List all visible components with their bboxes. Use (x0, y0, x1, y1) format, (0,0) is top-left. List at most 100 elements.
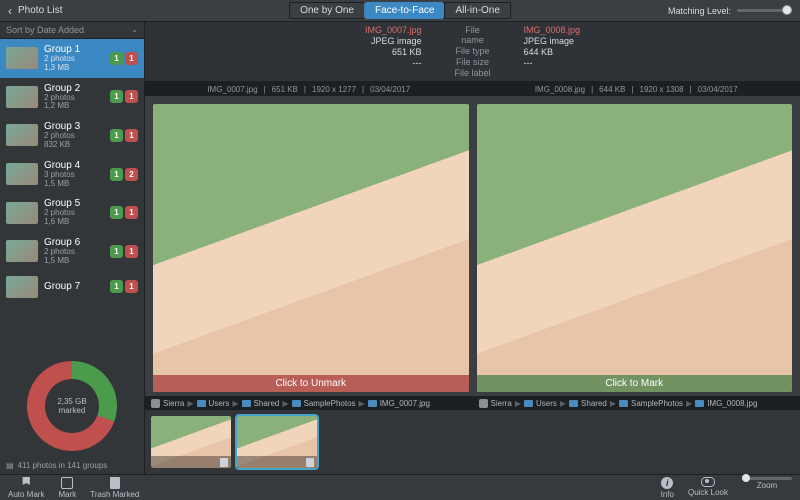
mark-button-toolbar[interactable]: Mark (58, 477, 76, 499)
sidebar: Sort by Date Added ⌄ Group 1 2 photos 1,… (0, 22, 145, 474)
group-size: 1,2 MB (44, 102, 104, 111)
sort-label: Sort by Date Added (6, 25, 84, 35)
folder-icon (619, 400, 628, 407)
sidebar-group-item[interactable]: Group 2 2 photos 1,2 MB 1 1 (0, 78, 144, 117)
crumb-segment[interactable]: Shared (581, 399, 607, 408)
group-size: 1,5 MB (44, 257, 104, 266)
flag-icon (20, 477, 32, 489)
trash-icon[interactable] (306, 458, 314, 467)
mark-button[interactable]: Click to Mark (477, 375, 793, 392)
meta-label-label: File label (454, 68, 492, 78)
photo-stack-icon: ▤ (6, 461, 14, 470)
keep-count-badge: 1 (110, 90, 123, 103)
sep-right-name: IMG_0008.jpg (535, 85, 585, 94)
mark-count-badge: 1 (125, 280, 138, 293)
matching-level-slider[interactable] (737, 9, 792, 12)
group-title: Group 2 (44, 83, 104, 94)
breadcrumbs: Sierra▶Users▶Shared▶SamplePhotos▶IMG_000… (145, 396, 800, 410)
meta-label-type: File type (454, 46, 492, 56)
sidebar-group-item[interactable]: Group 7 1 1 (0, 271, 144, 303)
group-thumbnail (6, 124, 38, 146)
left-filetype: JPEG image (161, 36, 422, 46)
right-filesize: 644 KB (524, 47, 785, 57)
folder-icon (368, 400, 377, 407)
sep-left-dims: 1920 x 1277 (312, 85, 356, 94)
sidebar-group-item[interactable]: Group 4 3 photos 1,5 MB 1 2 (0, 155, 144, 194)
trash-marked-button[interactable]: Trash Marked (90, 477, 139, 499)
checkbox-icon (61, 477, 73, 489)
filmstrip-thumb[interactable] (237, 416, 317, 468)
zoom-slider[interactable] (742, 477, 792, 480)
chevron-down-icon: ⌄ (131, 25, 138, 35)
eye-icon (701, 477, 715, 487)
breadcrumb-right[interactable]: Sierra▶Users▶Shared▶SamplePhotos▶IMG_000… (473, 396, 800, 410)
right-filetype: JPEG image (524, 36, 785, 46)
meta-label-size: File size (454, 57, 492, 67)
sidebar-group-item[interactable]: Group 6 2 photos 1,5 MB 1 1 (0, 232, 144, 271)
crumb-segment[interactable]: Users (209, 399, 230, 408)
info-icon: i (661, 477, 673, 489)
stats-text: 411 photos in 141 groups (18, 461, 108, 470)
view-segmented-control: One by One Face-to-Face All-in-One (289, 2, 511, 19)
crumb-segment[interactable]: Sierra (163, 399, 184, 408)
crumb-segment[interactable]: Users (536, 399, 557, 408)
sep-right-size: 644 KB (599, 85, 625, 94)
folder-icon (197, 400, 206, 407)
mark-count-badge: 1 (125, 52, 138, 65)
group-thumbnail (6, 163, 38, 185)
group-thumbnail (6, 276, 38, 298)
keep-count-badge: 1 (110, 52, 123, 65)
folder-icon (292, 400, 301, 407)
folder-icon (242, 400, 251, 407)
back-label[interactable]: Photo List (18, 5, 62, 16)
info-button[interactable]: iInfo (661, 477, 674, 499)
filmstrip-thumb[interactable] (151, 416, 231, 468)
keep-count-badge: 1 (110, 245, 123, 258)
crumb-segment[interactable]: Sierra (491, 399, 512, 408)
group-thumbnail (6, 86, 38, 108)
view-one-by-one[interactable]: One by One (289, 2, 364, 19)
right-filename: IMG_0008.jpg (524, 25, 785, 35)
crumb-segment[interactable]: IMG_0007.jpg (380, 399, 430, 408)
sep-right-dims: 1920 x 1308 (640, 85, 684, 94)
sep-left-date: 03/04/2017 (370, 85, 410, 94)
drive-icon (479, 399, 488, 408)
back-chevron-icon[interactable]: ‹ (8, 4, 12, 18)
sidebar-group-item[interactable]: Group 1 2 photos 1,3 MB 1 1 (0, 39, 144, 78)
crumb-segment[interactable]: SamplePhotos (631, 399, 683, 408)
sort-dropdown[interactable]: Sort by Date Added ⌄ (0, 22, 144, 39)
group-size: 832 KB (44, 141, 104, 150)
crumb-segment[interactable]: Shared (254, 399, 280, 408)
quick-look-button[interactable]: Quick Look (688, 477, 728, 499)
photo-left[interactable]: Click to Unmark (153, 104, 469, 392)
donut-value: 2,35 GB (57, 397, 86, 406)
mark-count-badge: 1 (125, 90, 138, 103)
mark-count-badge: 1 (125, 245, 138, 258)
filmstrip (145, 410, 800, 474)
matching-level-label: Matching Level: (668, 6, 731, 16)
unmark-button[interactable]: Click to Unmark (153, 375, 469, 392)
mark-count-badge: 2 (125, 168, 138, 181)
metadata-panel: IMG_0007.jpg JPEG image 651 KB --- File … (145, 22, 800, 82)
meta-label-name: File name (454, 25, 492, 45)
crumb-segment[interactable]: SamplePhotos (304, 399, 356, 408)
left-filelabel: --- (161, 58, 422, 68)
view-face-to-face[interactable]: Face-to-Face (364, 2, 444, 19)
drive-icon (151, 399, 160, 408)
zoom-control[interactable]: Zoom (742, 477, 792, 499)
keep-count-badge: 1 (110, 280, 123, 293)
trash-icon (110, 477, 120, 489)
sep-left-size: 651 KB (272, 85, 298, 94)
auto-mark-button[interactable]: Auto Mark (8, 477, 44, 499)
trash-icon[interactable] (220, 458, 228, 467)
folder-icon (524, 400, 533, 407)
sep-right-date: 03/04/2017 (698, 85, 738, 94)
breadcrumb-left[interactable]: Sierra▶Users▶Shared▶SamplePhotos▶IMG_000… (145, 396, 473, 410)
view-all-in-one[interactable]: All-in-One (444, 2, 510, 19)
sidebar-group-item[interactable]: Group 3 2 photos 832 KB 1 1 (0, 116, 144, 155)
mark-count-badge: 1 (125, 129, 138, 142)
crumb-segment[interactable]: IMG_0008.jpg (707, 399, 757, 408)
photo-right[interactable]: Click to Mark (477, 104, 793, 392)
keep-count-badge: 1 (110, 206, 123, 219)
sidebar-group-item[interactable]: Group 5 2 photos 1,6 MB 1 1 (0, 193, 144, 232)
